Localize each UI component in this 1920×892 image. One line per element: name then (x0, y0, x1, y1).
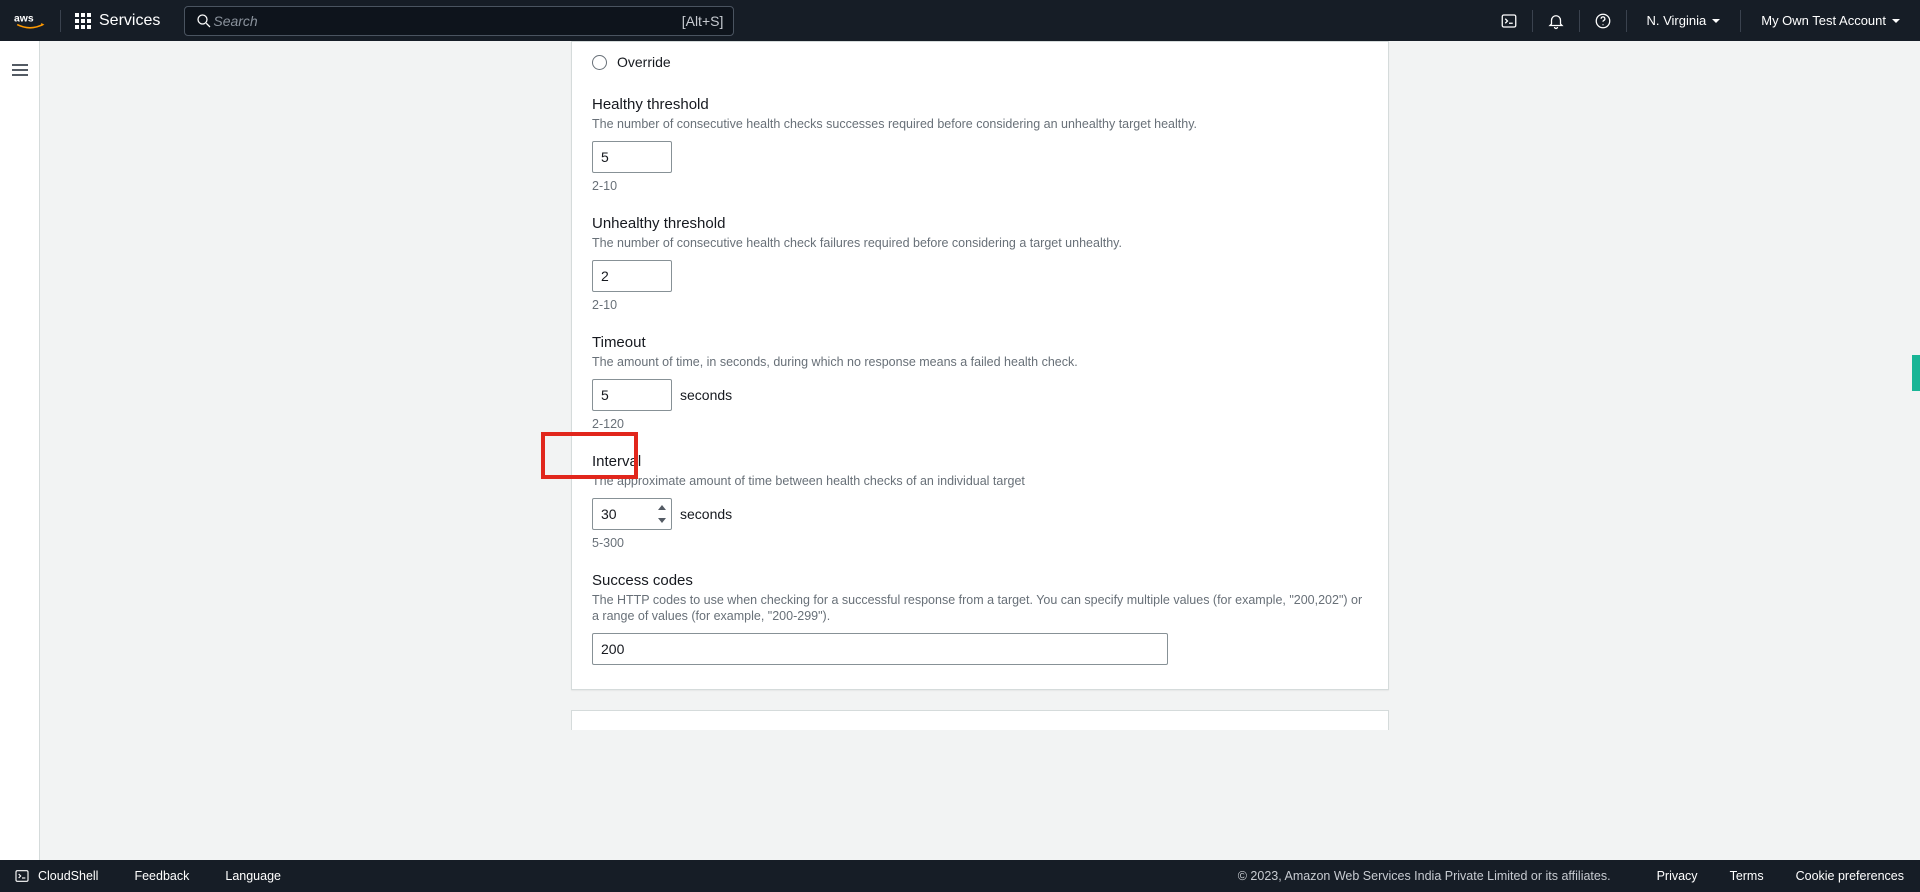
account-label: My Own Test Account (1761, 13, 1886, 28)
caret-down-icon (1892, 19, 1900, 23)
language-button[interactable]: Language (207, 860, 299, 892)
terminal-icon (14, 868, 30, 884)
interval-input[interactable]: 30 (592, 498, 672, 530)
grid-icon (75, 13, 91, 29)
timeout-help: The amount of time, in seconds, during w… (592, 354, 1368, 371)
copyright-text: © 2023, Amazon Web Services India Privat… (1238, 869, 1641, 883)
health-check-settings-card: Override Healthy threshold The number of… (571, 41, 1389, 690)
chevron-up-icon (658, 505, 666, 510)
override-label: Override (617, 54, 671, 70)
scroll-indicator (1912, 355, 1920, 391)
cloudshell-label: CloudShell (38, 869, 98, 883)
timeout-label: Timeout (592, 334, 1368, 351)
footer-bar: CloudShell Feedback Language © 2023, Ama… (0, 860, 1920, 892)
search-wrap: [Alt+S] (184, 6, 734, 36)
search-input[interactable] (213, 13, 681, 29)
field-timeout: Timeout The amount of time, in seconds, … (592, 334, 1368, 431)
unhealthy-threshold-input[interactable] (592, 260, 672, 292)
top-nav: aws Services [Alt+S] N. Virginia My (0, 0, 1920, 41)
unhealthy-threshold-label: Unhealthy threshold (592, 215, 1368, 232)
radio-icon (592, 55, 607, 70)
timeout-input[interactable] (592, 379, 672, 411)
timeout-unit: seconds (680, 387, 732, 403)
help-button[interactable] (1580, 0, 1626, 41)
services-label: Services (99, 12, 160, 30)
interval-unit: seconds (680, 506, 732, 522)
unhealthy-threshold-range: 2-10 (592, 298, 1368, 312)
svg-text:aws: aws (14, 13, 34, 24)
side-nav (0, 41, 40, 860)
feedback-button[interactable]: Feedback (116, 860, 207, 892)
healthy-threshold-label: Healthy threshold (592, 96, 1368, 113)
success-codes-label: Success codes (592, 572, 1368, 589)
interval-stepper[interactable] (655, 501, 669, 527)
success-codes-input[interactable] (592, 633, 1168, 665)
field-unhealthy-threshold: Unhealthy threshold The number of consec… (592, 215, 1368, 312)
bell-icon (1547, 12, 1565, 30)
chevron-down-icon (658, 518, 666, 523)
cookies-link[interactable]: Cookie preferences (1780, 869, 1920, 883)
region-label: N. Virginia (1647, 13, 1707, 28)
help-icon (1594, 12, 1612, 30)
field-interval: Interval The approximate amount of time … (592, 453, 1368, 550)
success-codes-help: The HTTP codes to use when checking for … (592, 592, 1368, 626)
interval-help: The approximate amount of time between h… (592, 473, 1368, 490)
interval-label: Interval (592, 453, 1368, 470)
privacy-link[interactable]: Privacy (1641, 869, 1714, 883)
terms-link[interactable]: Terms (1714, 869, 1780, 883)
unhealthy-threshold-help: The number of consecutive health check f… (592, 235, 1368, 252)
next-card-top (571, 710, 1389, 730)
notifications-button[interactable] (1533, 0, 1579, 41)
search-icon (195, 12, 213, 30)
healthy-threshold-input[interactable] (592, 141, 672, 173)
aws-logo[interactable]: aws (0, 11, 60, 30)
field-success-codes: Success codes The HTTP codes to use when… (592, 572, 1368, 666)
override-option[interactable]: Override (592, 42, 1368, 74)
account-selector[interactable]: My Own Test Account (1741, 0, 1920, 41)
page-scroll[interactable]: Override Healthy threshold The number of… (40, 41, 1920, 860)
healthy-threshold-help: The number of consecutive health checks … (592, 116, 1368, 133)
healthy-threshold-range: 2-10 (592, 179, 1368, 193)
search-shortcut: [Alt+S] (682, 13, 724, 29)
region-selector[interactable]: N. Virginia (1627, 0, 1741, 41)
nav-right: N. Virginia My Own Test Account (1486, 0, 1920, 41)
cloudshell-button[interactable]: CloudShell (0, 860, 116, 892)
interval-range: 5-300 (592, 536, 1368, 550)
caret-down-icon (1712, 19, 1720, 23)
cloudshell-icon-button[interactable] (1486, 0, 1532, 41)
side-nav-toggle[interactable] (12, 61, 28, 860)
feedback-label: Feedback (134, 869, 189, 883)
interval-value: 30 (601, 506, 617, 522)
field-healthy-threshold: Healthy threshold The number of consecut… (592, 96, 1368, 193)
search-bar[interactable]: [Alt+S] (184, 6, 734, 36)
timeout-range: 2-120 (592, 417, 1368, 431)
services-menu[interactable]: Services (61, 12, 174, 30)
language-label: Language (225, 869, 281, 883)
terminal-icon (1500, 12, 1518, 30)
